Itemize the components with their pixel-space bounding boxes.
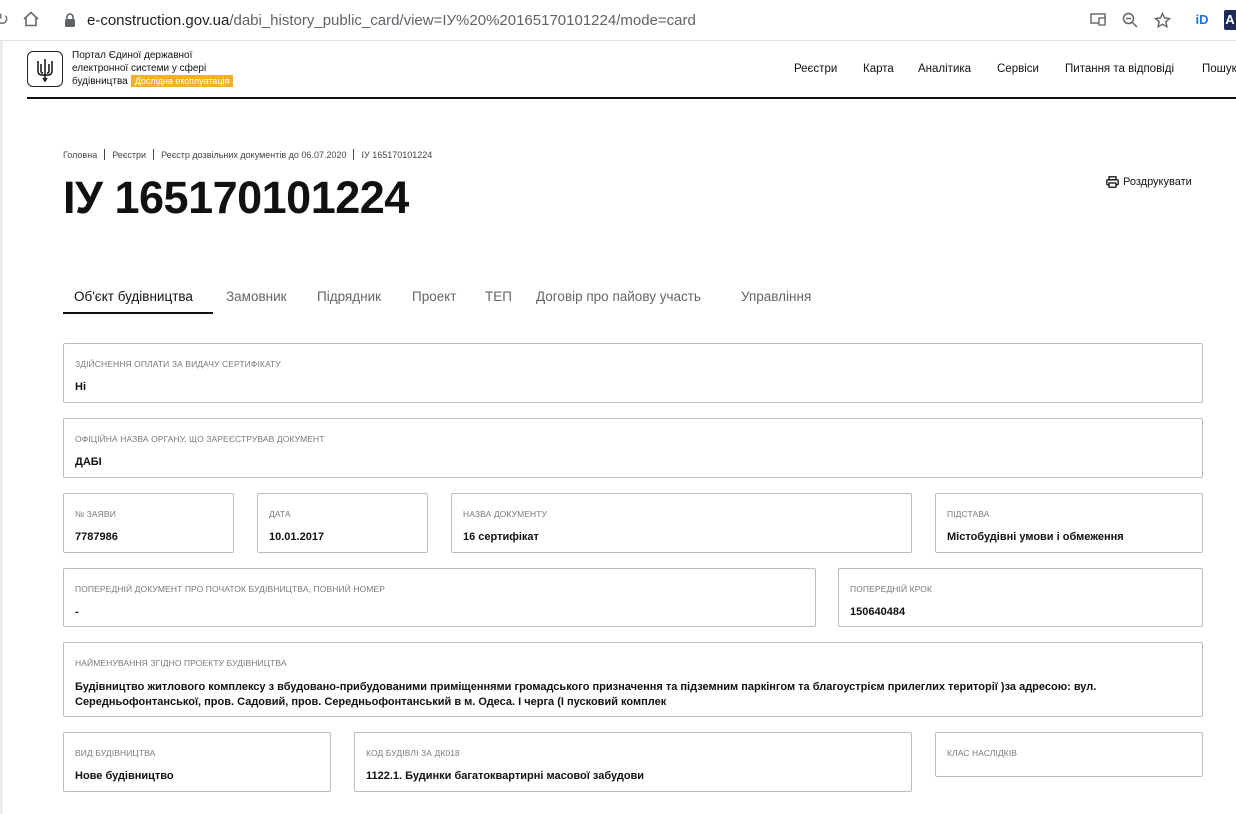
- field-payment: Здійснення оплати за видачу сертифікату …: [63, 343, 1203, 403]
- trident-logo-icon[interactable]: [27, 51, 63, 87]
- zoom-icon[interactable]: [1121, 12, 1139, 30]
- tab-management[interactable]: Управління: [741, 289, 811, 304]
- url-path: /dabi_history_public_card/view=ІУ%20%201…: [229, 12, 696, 29]
- field-document-name: Назва документу 16 сертифікат: [451, 493, 912, 553]
- breadcrumb-registry[interactable]: Реєстр дозвільних документів до 06.07.20…: [161, 150, 346, 160]
- field-authority: Офіційна назва органу, що зареєстрував д…: [63, 418, 1203, 478]
- field-construction-type: Вид будівництва Нове будівництво: [63, 732, 331, 792]
- page-title: ІУ 165170101224: [63, 172, 409, 223]
- tab-customer[interactable]: Замовник: [226, 289, 287, 304]
- field-value: Будівництво житлового комплексу з вбудов…: [75, 681, 1097, 708]
- breadcrumb-current: ІУ 165170101224: [361, 149, 433, 160]
- address-bar[interactable]: e-construction.gov.ua/dabi_history_publi…: [52, 6, 1182, 35]
- field-value: Містобудівні умови і обмеження: [947, 531, 1124, 543]
- nav-faq[interactable]: Питання та відповіді: [1065, 63, 1174, 75]
- field-previous-document: Попередній документ про початок будівниц…: [63, 568, 816, 627]
- breadcrumb-separator: [353, 149, 355, 160]
- field-label: Попередній крок: [850, 584, 933, 594]
- reload-icon[interactable]: ↻: [0, 10, 12, 30]
- beta-badge: Дослідна експлуатація: [130, 75, 234, 87]
- nav-search[interactable]: Пошук: [1202, 63, 1236, 75]
- print-label: Роздрукувати: [1123, 176, 1192, 188]
- breadcrumb: Головна Реєстри Реєстр дозвільних докуме…: [63, 149, 432, 160]
- field-label: Офіційна назва органу, що зареєстрував д…: [75, 434, 325, 444]
- breadcrumb-home[interactable]: Головна: [63, 150, 97, 160]
- field-value: Нове будівництво: [75, 770, 174, 782]
- breadcrumb-separator: [153, 149, 155, 160]
- tab-tep[interactable]: ТЕП: [485, 289, 512, 304]
- field-value: 10.01.2017: [269, 531, 325, 543]
- field-label: Здійснення оплати за видачу сертифікату: [75, 359, 281, 369]
- field-label: Попередній документ про початок будівниц…: [75, 584, 386, 594]
- tab-contractor[interactable]: Підрядник: [317, 289, 381, 304]
- field-value: 1122.1. Будинки багатоквартирні масової …: [366, 770, 645, 782]
- lock-icon: [65, 13, 75, 27]
- nav-map[interactable]: Карта: [863, 63, 894, 75]
- extension-icon[interactable]: A: [1224, 10, 1236, 30]
- portal-title-line2: електронної системи у сфері: [72, 62, 207, 74]
- field-basis: Підстава Містобудівні умови і обмеження: [935, 493, 1203, 553]
- field-label: Найменування згідно проекту будівництва: [75, 658, 287, 668]
- field-label: № заяви: [75, 509, 116, 519]
- bookmark-star-icon[interactable]: [1153, 11, 1171, 30]
- field-value: Ні: [75, 381, 86, 393]
- nav-registries[interactable]: Реєстри: [794, 63, 837, 75]
- active-tab-indicator: [63, 312, 213, 314]
- field-building-code: Код будівлі за ДК018 1122.1. Будинки баг…: [354, 732, 912, 792]
- field-value: ДАБІ: [75, 456, 102, 468]
- field-label: Вид будівництва: [75, 748, 156, 758]
- url-domain: e-construction.gov.ua: [87, 12, 230, 29]
- field-previous-step: Попередній крок 150640484: [838, 568, 1203, 627]
- portal-title-line3: будівництва: [72, 76, 128, 87]
- home-icon[interactable]: [21, 10, 41, 30]
- browser-toolbar: ↻ e-construction.gov.ua/dabi_history_pub…: [0, 0, 1236, 41]
- nav-services[interactable]: Сервіси: [997, 63, 1039, 75]
- url-text: e-construction.gov.ua/dabi_history_publi…: [87, 12, 696, 29]
- field-value: 16 сертифікат: [463, 531, 539, 543]
- field-label: Дата: [269, 509, 291, 519]
- field-consequence-class: Клас наслідків: [935, 732, 1203, 777]
- printer-icon: [1106, 176, 1119, 188]
- field-value: 150640484: [850, 606, 906, 618]
- field-value: -: [75, 606, 79, 618]
- page-edge: [0, 41, 3, 814]
- cast-icon[interactable]: [1089, 12, 1107, 30]
- breadcrumb-registries[interactable]: Реєстри: [112, 150, 146, 160]
- tab-object[interactable]: Об'єкт будівництва: [74, 289, 193, 304]
- tab-shared-participation[interactable]: Договір про пайову участь: [536, 289, 701, 304]
- field-label: Клас наслідків: [947, 748, 1018, 758]
- portal-title[interactable]: Портал Єдиної державної електронної сист…: [72, 50, 252, 89]
- nav-analytics[interactable]: Аналітика: [918, 63, 971, 75]
- breadcrumb-separator: [104, 149, 106, 160]
- extension-id-icon[interactable]: iD: [1192, 10, 1212, 30]
- field-value: 7787986: [75, 531, 118, 543]
- site-header: Портал Єдиної державної електронної сист…: [27, 41, 1236, 99]
- field-project-name: Найменування згідно проекту будівництва …: [63, 642, 1203, 717]
- field-label: Назва документу: [463, 509, 548, 519]
- field-label: Код будівлі за ДК018: [366, 748, 460, 758]
- print-button[interactable]: Роздрукувати: [1106, 176, 1192, 188]
- field-application-number: № заяви 7787986: [63, 493, 234, 553]
- tab-project[interactable]: Проект: [412, 289, 456, 304]
- field-date: Дата 10.01.2017: [257, 493, 428, 553]
- field-label: Підстава: [947, 509, 990, 519]
- portal-title-line1: Портал Єдиної державної: [72, 50, 193, 61]
